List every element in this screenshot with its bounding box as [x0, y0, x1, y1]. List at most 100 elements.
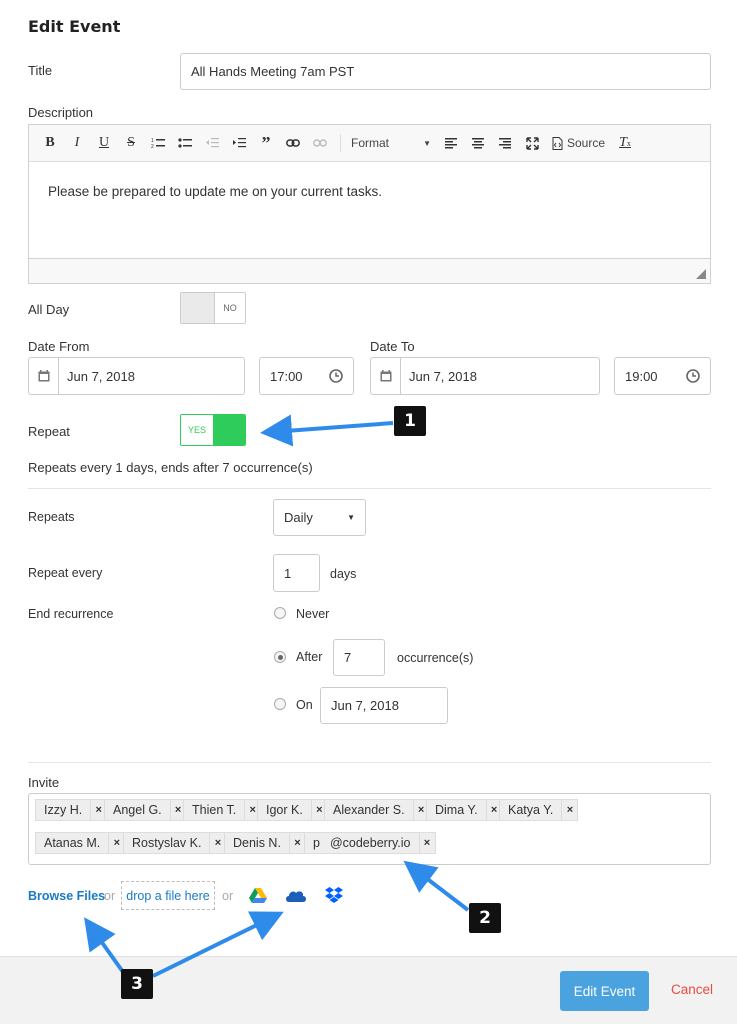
invite-tag: Alexander S. × [324, 799, 430, 821]
repeat-every-input[interactable]: 1 [273, 554, 320, 592]
time-to-input[interactable]: 19:00 [614, 357, 711, 395]
calendar-icon [371, 358, 401, 394]
invite-tag-label: Igor K. [266, 803, 303, 817]
all-day-label: All Day [28, 302, 70, 317]
remove-tag-button[interactable]: × [108, 833, 125, 853]
align-center-icon[interactable] [471, 133, 485, 153]
never-radio[interactable] [274, 607, 286, 619]
after-count-value: 7 [344, 650, 352, 665]
time-from-input[interactable]: 17:00 [259, 357, 354, 395]
date-from-input[interactable]: Jun 7, 2018 [28, 357, 245, 395]
repeat-toggle[interactable]: YES [180, 414, 246, 446]
on-date-input[interactable]: Jun 7, 2018 [320, 687, 448, 724]
end-recurrence-label: End recurrence [28, 607, 114, 621]
outdent-icon[interactable] [205, 133, 219, 153]
link-icon[interactable] [286, 133, 300, 153]
invite-tag-label: Alexander S. [333, 803, 405, 817]
arrow-2 [403, 860, 470, 912]
title-input[interactable]: All Hands Meeting 7am PST [180, 53, 711, 90]
remove-tag-button[interactable]: × [418, 833, 435, 853]
strikethrough-button[interactable]: S [124, 133, 138, 153]
italic-button[interactable]: I [70, 133, 84, 153]
bold-button[interactable]: B [43, 133, 57, 153]
never-label: Never [296, 607, 330, 621]
editor-statusbar [28, 258, 711, 284]
callout-3: 3 [121, 969, 153, 999]
all-day-toggle[interactable]: NO [180, 292, 246, 324]
invite-tag-label: p @codeberry.io [313, 836, 411, 850]
format-label: Format [351, 136, 390, 150]
invite-label: Invite [28, 775, 60, 790]
repeats-label: Repeats [28, 510, 75, 524]
invite-tag-label: Rostyslav K. [132, 836, 202, 850]
date-from-value: Jun 7, 2018 [67, 368, 135, 384]
or-text: or [104, 889, 116, 903]
callout-1: 1 [394, 406, 426, 436]
title-value: All Hands Meeting 7am PST [191, 64, 355, 79]
all-day-state: NO [223, 303, 237, 313]
source-button[interactable]: Source [552, 133, 605, 153]
google-drive-icon[interactable] [249, 888, 267, 904]
page-title: Edit Event [28, 17, 121, 36]
date-to-value: Jun 7, 2018 [409, 368, 477, 384]
cancel-button[interactable]: Cancel [671, 982, 713, 997]
remove-tag-button[interactable]: × [288, 833, 305, 853]
repeat-state: YES [181, 415, 213, 445]
unlink-icon[interactable] [313, 133, 327, 153]
invite-tag: Rostyslav K. × [123, 832, 227, 854]
after-unit: occurrence(s) [397, 651, 474, 665]
repeat-every-unit: days [330, 567, 357, 581]
edit-event-button[interactable]: Edit Event [560, 971, 649, 1011]
remove-tag-button[interactable]: × [561, 800, 578, 820]
invite-tag: Igor K. × [257, 799, 328, 821]
date-to-label: Date To [370, 339, 415, 354]
underline-button[interactable]: U [97, 133, 111, 153]
arrow-1 [260, 414, 394, 447]
divider [28, 488, 711, 489]
source-icon [552, 136, 563, 150]
invite-tag-label: Katya Y. [508, 803, 554, 817]
after-radio[interactable] [274, 651, 286, 663]
clock-icon [329, 369, 343, 383]
repeats-select[interactable]: Daily ▼ [273, 499, 366, 536]
after-count-input[interactable]: 7 [333, 639, 385, 676]
calendar-icon [29, 358, 59, 394]
onedrive-icon[interactable] [285, 889, 307, 902]
browse-files-link[interactable]: Browse Files [28, 889, 105, 903]
repeat-summary: Repeats every 1 days, ends after 7 occur… [28, 460, 313, 475]
date-to-input[interactable]: Jun 7, 2018 [370, 357, 600, 395]
editor-toolbar: B I U S 12 ” Format ▼ Source Tx [28, 124, 711, 162]
invite-tag-label: Dima Y. [435, 803, 478, 817]
invite-tag: Katya Y. × [499, 799, 579, 821]
dropbox-icon[interactable] [325, 887, 343, 904]
caret-down-icon: ▼ [347, 513, 355, 522]
time-to-value: 19:00 [625, 368, 658, 384]
invite-tag: Angel G. × [104, 799, 187, 821]
clock-icon [686, 369, 700, 383]
numbered-list-icon[interactable]: 12 [151, 133, 165, 153]
align-left-icon[interactable] [444, 133, 458, 153]
title-label: Title [28, 63, 53, 78]
remove-format-icon[interactable]: Tx [618, 133, 632, 153]
repeats-value: Daily [284, 510, 313, 525]
repeat-label: Repeat [28, 424, 70, 439]
drop-zone[interactable]: drop a file here [121, 881, 215, 910]
description-editor[interactable]: Please be prepared to update me on your … [28, 161, 711, 258]
invite-tag: Izzy H. × [35, 799, 108, 821]
callout-2: 2 [469, 903, 501, 933]
resize-handle-icon[interactable] [696, 269, 706, 279]
on-label: On [296, 698, 313, 712]
repeat-every-label: Repeat every [28, 566, 103, 580]
or-text: or [222, 889, 234, 903]
maximize-icon[interactable] [525, 133, 539, 153]
on-radio[interactable] [274, 698, 286, 710]
divider [28, 762, 711, 763]
indent-icon[interactable] [232, 133, 246, 153]
invite-tag: Atanas M. × [35, 832, 126, 854]
invite-tag: p @codeberry.io × [304, 832, 436, 854]
bulleted-list-icon[interactable] [178, 133, 192, 153]
date-from-label: Date From [28, 339, 90, 354]
blockquote-icon[interactable]: ” [259, 133, 273, 153]
align-right-icon[interactable] [498, 133, 512, 153]
format-dropdown[interactable]: Format ▼ [351, 133, 431, 153]
